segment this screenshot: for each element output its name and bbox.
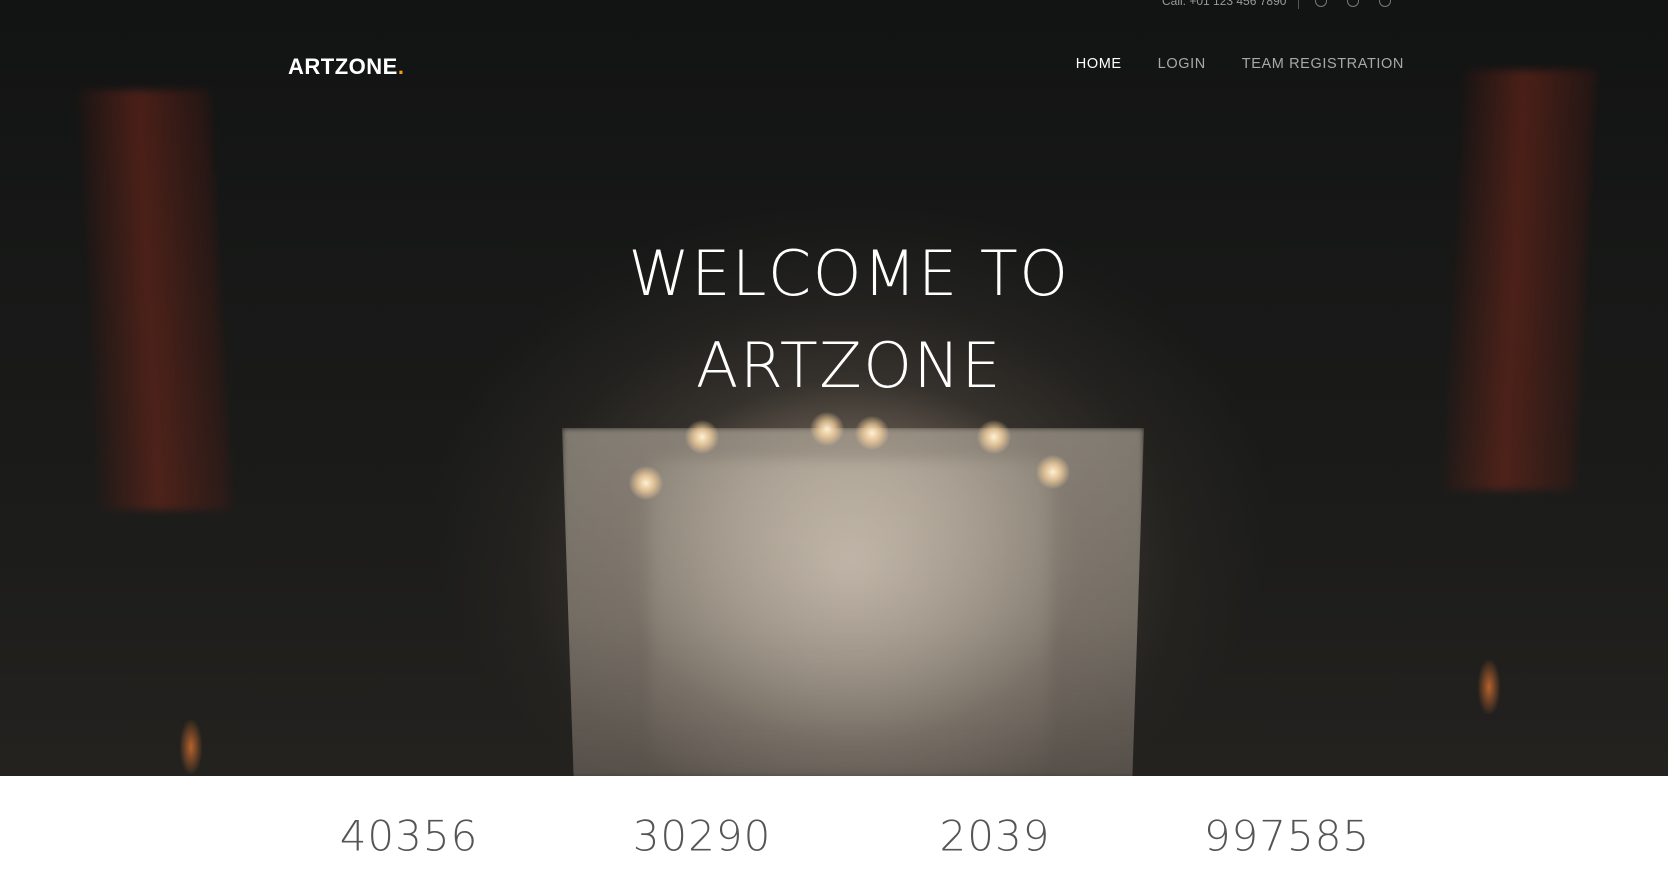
stage-light: [1036, 455, 1070, 489]
nav-login[interactable]: LOGIN: [1158, 56, 1206, 72]
hero-title-line1: WELCOME TO: [628, 237, 1070, 310]
stat-value: 2039: [939, 811, 1051, 861]
stage-light: [629, 466, 663, 500]
brand-logo[interactable]: ARTZONE.: [288, 54, 404, 80]
stage-light: [977, 420, 1011, 454]
brand-name: ARTZONE: [288, 54, 398, 79]
stage-light: [855, 416, 889, 450]
balcony-lamp: [180, 720, 202, 774]
instagram-icon[interactable]: [1379, 0, 1392, 7]
hero-title-line2: ARTZONE: [695, 329, 1003, 402]
stats-section: 40356 30290 2039 997585: [0, 776, 1668, 884]
stage-light: [685, 420, 719, 454]
call-text: Call: +01 123 456 7890: [1162, 0, 1287, 8]
stage-light: [810, 412, 844, 446]
nav-home[interactable]: HOME: [1076, 56, 1122, 72]
divider: [1298, 0, 1300, 9]
stat-value: 30290: [632, 811, 772, 861]
hero-title: WELCOME TO ARTZONE: [0, 228, 1668, 412]
nav-team-registration[interactable]: TEAM REGISTRATION: [1242, 56, 1404, 72]
stat-value: 40356: [339, 811, 479, 861]
twitter-icon[interactable]: [1315, 0, 1328, 7]
top-contact-bar: Call: +01 123 456 7890: [1162, 0, 1411, 9]
brand-dot: .: [397, 54, 405, 79]
stat-value: 997585: [1203, 811, 1371, 861]
balcony-lamp: [1478, 660, 1500, 714]
facebook-icon[interactable]: [1347, 0, 1360, 7]
main-nav: HOME LOGIN TEAM REGISTRATION: [1076, 56, 1404, 72]
